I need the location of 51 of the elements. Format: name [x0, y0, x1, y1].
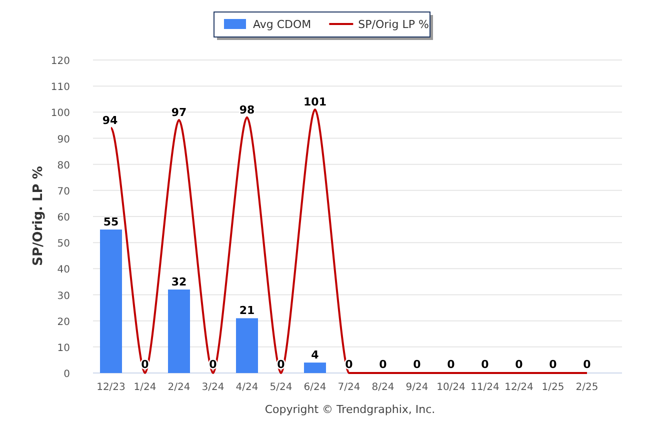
- data-label: 97: [171, 106, 187, 119]
- y-tick-label: 0: [64, 369, 70, 380]
- y-tick-label: 60: [57, 212, 70, 224]
- y-axis-title: SP/Orig. LP %: [31, 166, 46, 266]
- y-tick-label: 70: [57, 186, 70, 198]
- x-tick-label: 10/24: [436, 382, 466, 393]
- data-label: 94: [102, 114, 118, 127]
- data-label: 55: [103, 216, 119, 229]
- data-label: 0: [413, 358, 421, 371]
- x-tick-label: 9/24: [406, 382, 428, 393]
- y-tick-label: 120: [50, 56, 70, 67]
- y-tick-label: 110: [50, 82, 70, 94]
- y-tick-label: 40: [57, 264, 70, 276]
- data-label: 21: [239, 304, 255, 318]
- y-tick-label: 90: [57, 134, 70, 146]
- bar: [236, 318, 258, 373]
- legend-line: [329, 23, 354, 25]
- data-label: 0: [549, 358, 557, 371]
- x-tick-label: 1/25: [542, 382, 564, 393]
- y-tick-label: 20: [57, 316, 70, 328]
- x-tick-label: 4/24: [236, 382, 258, 393]
- x-tick-label: 2/25: [576, 382, 598, 393]
- x-tick-label: 5/24: [270, 382, 292, 393]
- bar: [304, 362, 326, 373]
- x-tick-label: 3/24: [202, 382, 224, 393]
- data-label: 32: [171, 276, 187, 289]
- copyright-text: Copyright © Trendgraphix, Inc.: [264, 403, 436, 416]
- data-label: 98: [239, 103, 255, 116]
- y-tick-label: 10: [57, 342, 70, 354]
- data-label: 0: [583, 358, 591, 371]
- data-label: 4: [311, 348, 319, 362]
- data-label: 101: [304, 96, 326, 109]
- x-tick-label: 12/23: [96, 382, 126, 393]
- data-label: 0: [481, 358, 489, 371]
- x-tick-label: 7/24: [338, 382, 360, 393]
- x-tick-label: 8/24: [372, 382, 394, 393]
- legend-swatch: [224, 19, 246, 29]
- legend-label[interactable]: SP/Orig LP %: [358, 18, 429, 31]
- legend-label[interactable]: Avg CDOM: [253, 18, 312, 31]
- x-tick-label: 6/24: [304, 382, 326, 393]
- data-label: 0: [447, 358, 455, 371]
- x-tick-label: 2/24: [168, 382, 190, 393]
- y-tick-label: 80: [57, 160, 70, 172]
- data-label: 0: [515, 358, 523, 371]
- x-tick-label: 1/24: [134, 382, 156, 393]
- x-tick-label: 12/24: [504, 382, 534, 393]
- y-tick-label: 100: [50, 108, 70, 120]
- y-tick-label: 30: [57, 290, 70, 302]
- data-label: 0: [379, 358, 387, 371]
- x-tick-label: 11/24: [470, 382, 500, 393]
- y-tick-label: 50: [57, 238, 70, 250]
